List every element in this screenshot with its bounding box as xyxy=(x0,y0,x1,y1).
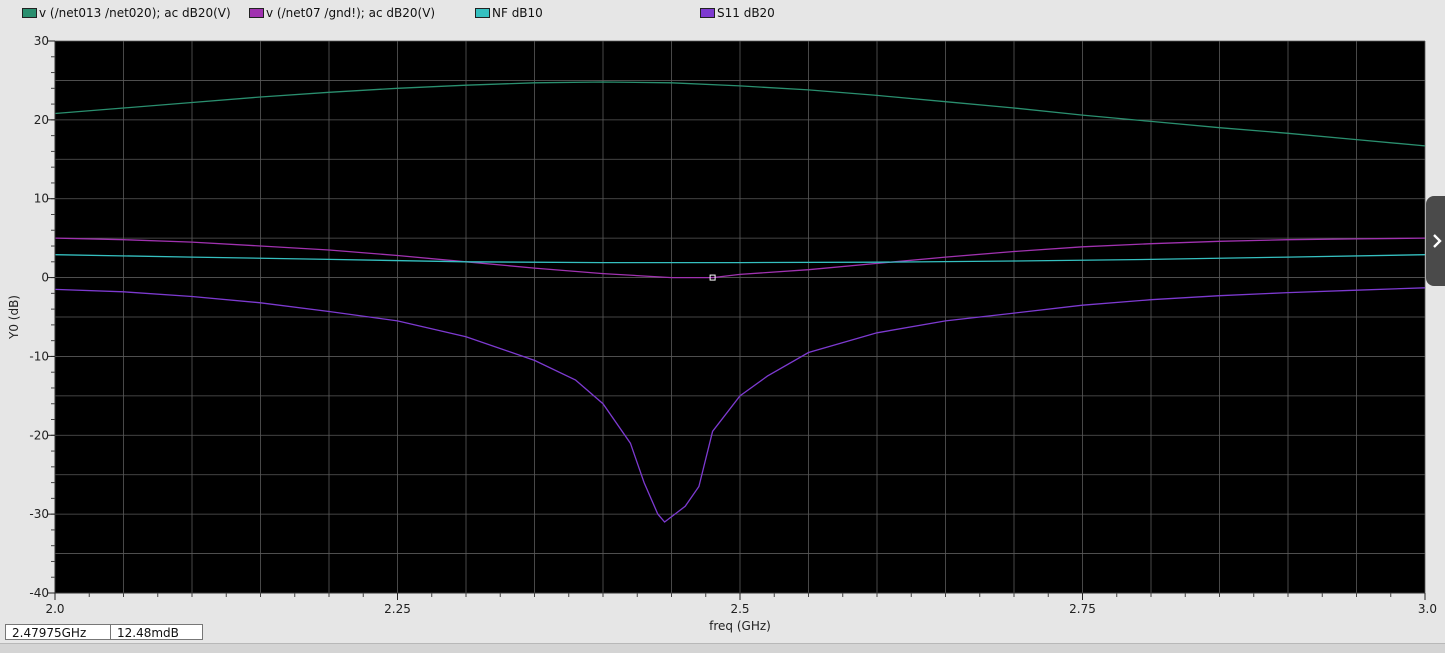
x-axis-title: freq (GHz) xyxy=(709,619,771,633)
legend-label: v (/net013 /net020); ac dB20(V) xyxy=(39,6,231,20)
legend-label: S11 dB20 xyxy=(717,6,775,20)
x-tick-label: 2.75 xyxy=(1069,602,1096,616)
y-tick-label: -20 xyxy=(29,428,49,442)
legend-item-net013[interactable]: v (/net013 /net020); ac dB20(V) xyxy=(22,6,231,20)
y-tick-label: 20 xyxy=(34,113,49,127)
legend-label: NF dB10 xyxy=(492,6,543,20)
y-tick-label: 10 xyxy=(34,192,49,206)
legend-item-nf[interactable]: NF dB10 xyxy=(475,6,543,20)
y-tick-label: -30 xyxy=(29,507,49,521)
chevron-right-icon xyxy=(1433,234,1442,248)
legend-label: v (/net07 /gnd!); ac dB20(V) xyxy=(266,6,436,20)
legend-swatch-icon xyxy=(700,8,715,18)
plot-area[interactable]: 2.0 2.25 2.5 2.75 3.0 30 20 10 0 -10 -20 -30 -40 fre… xyxy=(0,0,1445,652)
readout-x-value: 2.47975GHz xyxy=(5,624,111,640)
side-panel-toggle[interactable] xyxy=(1426,196,1445,286)
y-tick-label: -40 xyxy=(29,586,49,600)
y-tick-label: 0 xyxy=(41,271,49,285)
y-axis-title: Y0 (dB) xyxy=(7,295,21,340)
legend-item-s11[interactable]: S11 dB20 xyxy=(700,6,775,20)
grid xyxy=(54,40,1426,594)
x-tick-label: 2.25 xyxy=(384,602,411,616)
legend-swatch-icon xyxy=(249,8,264,18)
y-tick-label: -10 xyxy=(29,349,49,363)
readout-y-value: 12.48mdB xyxy=(111,624,203,640)
legend-swatch-icon xyxy=(475,8,490,18)
y-tick-label: 30 xyxy=(34,34,49,48)
legend-item-net07[interactable]: v (/net07 /gnd!); ac dB20(V) xyxy=(249,6,435,20)
legend-swatch-icon xyxy=(22,8,37,18)
x-tick-label: 2.5 xyxy=(730,602,749,616)
x-tick-label: 2.0 xyxy=(45,602,64,616)
x-tick-label: 3.0 xyxy=(1418,602,1437,616)
cursor-readout: 2.47975GHz 12.48mdB xyxy=(5,624,203,641)
legend: v (/net013 /net020); ac dB20(V) v (/net0… xyxy=(0,0,1445,26)
